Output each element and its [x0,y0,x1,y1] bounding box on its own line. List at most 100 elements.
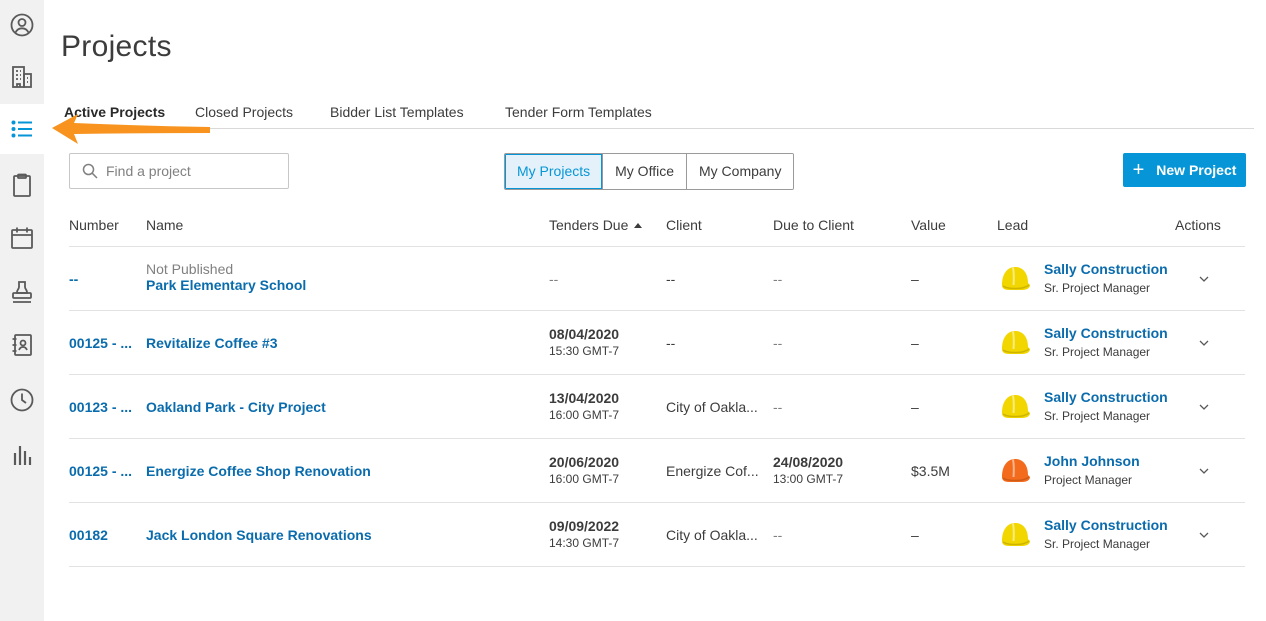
tab-bidder-list-templates[interactable]: Bidder List Templates [330,104,464,120]
col-value[interactable]: Value [911,217,946,233]
chevron-down-icon[interactable] [1197,400,1211,414]
chevron-down-icon[interactable] [1197,528,1211,542]
lead-name[interactable]: Sally Construction [1044,389,1168,405]
project-tabs: Active Projects Closed Projects Bidder L… [61,100,1254,132]
projects-table: Number Name Tenders Due Client Due to Cl… [69,204,1245,567]
nav-profile[interactable] [0,0,44,50]
new-project-button[interactable]: + New Project [1123,153,1246,187]
table-row[interactable]: 00125 - ... Revitalize Coffee #3 08/04/2… [69,311,1245,375]
search-box[interactable] [69,153,289,189]
lead-info: Sally Construction Sr. Project Manager [1044,517,1168,551]
col-tenders-due-label: Tenders Due [549,217,629,233]
lead-info: Sally Construction Sr. Project Manager [1044,389,1168,423]
new-project-label: New Project [1156,162,1237,178]
nav-reports[interactable] [0,430,44,480]
table-row[interactable]: -- Not Published Park Elementary School … [69,247,1245,311]
table-row[interactable]: 00182 Jack London Square Renovations 09/… [69,503,1245,567]
nav-history[interactable] [0,375,44,425]
project-value: – [911,335,919,351]
table-row[interactable]: 00125 - ... Energize Coffee Shop Renovat… [69,439,1245,503]
user-circle-icon [10,13,34,37]
lead-role: Sr. Project Manager [1044,409,1151,423]
due-to-client-time: 13:00 GMT-7 [773,472,844,486]
chevron-down-icon[interactable] [1197,272,1211,286]
project-number[interactable]: 00182 [69,527,139,543]
nav-address-book[interactable] [0,320,44,370]
chevron-down-icon[interactable] [1197,464,1211,478]
col-due-to-client[interactable]: Due to Client [773,217,854,233]
project-number[interactable]: 00125 - ... [69,463,139,479]
due-to-client-date: 24/08/2020 [773,454,844,470]
hard-hat-avatar-icon [997,453,1033,489]
project-name-link[interactable]: Oakland Park - City Project [146,399,526,415]
table-row[interactable]: 00123 - ... Oakland Park - City Project … [69,375,1245,439]
address-book-icon [12,334,32,356]
lead-name[interactable]: Sally Construction [1044,517,1168,533]
tenders-due-empty: -- [549,271,559,287]
project-name-link[interactable]: Energize Coffee Shop Renovation [146,463,526,479]
project-value: – [911,271,919,287]
hard-hat-avatar-icon [997,389,1033,425]
lead-name[interactable]: John Johnson [1044,453,1140,469]
col-tenders-due[interactable]: Tenders Due [549,217,643,233]
client-name: -- [666,271,676,287]
project-number[interactable]: 00123 - ... [69,399,139,415]
project-number[interactable]: -- [69,271,139,287]
bar-chart-icon [13,446,32,465]
project-value: $3.5M [911,463,950,479]
list-icon [11,120,32,138]
due-to-client-empty: -- [773,527,783,543]
tenders-due: 09/09/2022 14:30 GMT-7 [549,518,619,550]
project-name-link[interactable]: Revitalize Coffee #3 [146,335,526,351]
nav-stamp[interactable] [0,267,44,317]
col-lead[interactable]: Lead [997,217,1028,233]
col-number[interactable]: Number [69,217,119,233]
table-body: -- Not Published Park Elementary School … [69,247,1245,567]
table-header: Number Name Tenders Due Client Due to Cl… [69,204,1245,247]
project-name-link[interactable]: Park Elementary School [146,277,306,293]
clock-icon [10,388,34,412]
nav-companies[interactable] [0,52,44,102]
building-icon [12,66,32,88]
tenders-due-date: 13/04/2020 [549,390,620,406]
scope-toggle: My Projects My Office My Company [504,153,795,190]
tenders-due-time: 16:00 GMT-7 [549,472,620,486]
project-value: – [911,399,919,415]
client-name: City of Oakla... [666,399,758,415]
stamp-icon [12,281,32,303]
col-name[interactable]: Name [146,217,183,233]
project-number[interactable]: 00125 - ... [69,335,139,351]
project-name-link[interactable]: Jack London Square Renovations [146,527,526,543]
nav-clipboard[interactable] [0,160,44,210]
left-nav-rail [0,0,44,621]
tenders-due-time: 16:00 GMT-7 [549,408,620,422]
lead-name[interactable]: Sally Construction [1044,261,1168,277]
clipboard-icon [13,173,31,197]
nav-projects[interactable] [0,104,44,154]
plus-icon: + [1132,159,1145,181]
project-status: Not Published [146,261,234,277]
my-company-button[interactable]: My Company [687,154,794,189]
chevron-down-icon[interactable] [1197,336,1211,350]
search-input[interactable] [106,163,276,179]
tenders-due: 13/04/2020 16:00 GMT-7 [549,390,619,422]
lead-role: Sr. Project Manager [1044,345,1151,359]
page-title: Projects [61,30,172,63]
col-client[interactable]: Client [666,217,702,233]
project-name-block: Not Published Park Elementary School [146,261,306,293]
annotation-arrow [52,114,210,144]
lead-name[interactable]: Sally Construction [1044,325,1168,341]
nav-calendar[interactable] [0,213,44,263]
tenders-due: 20/06/2020 16:00 GMT-7 [549,454,619,486]
my-projects-button[interactable]: My Projects [505,154,604,189]
my-office-button[interactable]: My Office [603,154,687,189]
lead-info: Sally Construction Sr. Project Manager [1044,261,1168,295]
tenders-due-time: 15:30 GMT-7 [549,344,620,358]
lead-role: Project Manager [1044,473,1133,487]
lead-info: Sally Construction Sr. Project Manager [1044,325,1168,359]
hard-hat-avatar-icon [997,325,1033,361]
hard-hat-avatar-icon [997,261,1033,297]
col-actions: Actions [1175,217,1221,233]
tab-tender-form-templates[interactable]: Tender Form Templates [505,104,652,120]
due-to-client-empty: -- [773,271,783,287]
